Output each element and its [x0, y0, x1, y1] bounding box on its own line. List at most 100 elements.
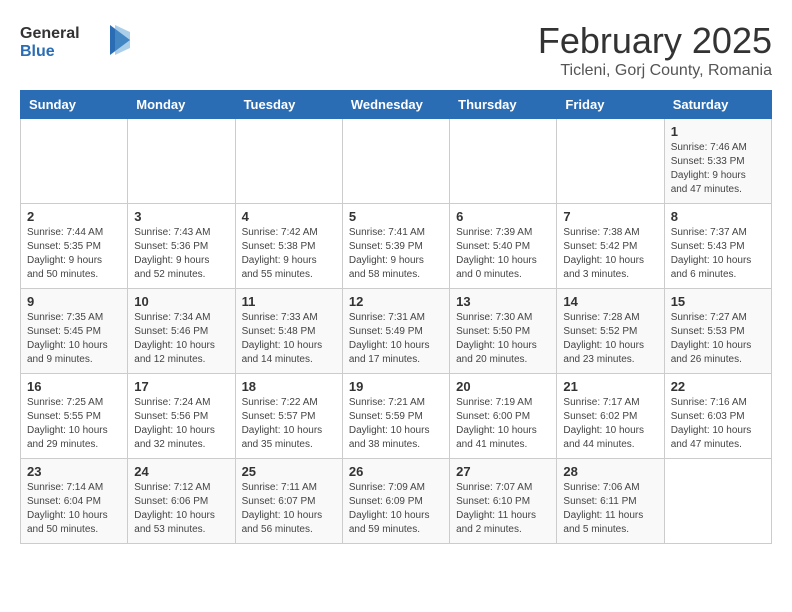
calendar-cell: 17 Sunrise: 7:24 AM Sunset: 5:56 PM Dayli…	[128, 374, 235, 459]
logo: General Blue	[20, 20, 130, 60]
weekday-header: Tuesday	[235, 91, 342, 119]
day-info: Sunrise: 7:35 AM Sunset: 5:45 PM Dayligh…	[27, 311, 121, 367]
day-number: 20	[456, 379, 550, 394]
day-number: 26	[349, 464, 443, 479]
calendar-cell	[128, 119, 235, 204]
day-info: Sunrise: 7:34 AM Sunset: 5:46 PM Dayligh…	[134, 311, 228, 367]
calendar-cell: 12 Sunrise: 7:31 AM Sunset: 5:49 PM Dayli…	[342, 289, 449, 374]
day-number: 24	[134, 464, 228, 479]
calendar-week-row: 2 Sunrise: 7:44 AM Sunset: 5:35 PM Daylig…	[21, 204, 772, 289]
day-info: Sunrise: 7:33 AM Sunset: 5:48 PM Dayligh…	[242, 311, 336, 367]
calendar-cell	[450, 119, 557, 204]
day-number: 19	[349, 379, 443, 394]
svg-text:General: General	[20, 25, 80, 42]
day-info: Sunrise: 7:19 AM Sunset: 6:00 PM Dayligh…	[456, 396, 550, 452]
weekday-header-row: SundayMondayTuesdayWednesdayThursdayFrid…	[21, 91, 772, 119]
calendar-week-row: 9 Sunrise: 7:35 AM Sunset: 5:45 PM Daylig…	[21, 289, 772, 374]
calendar-table: SundayMondayTuesdayWednesdayThursdayFrid…	[20, 90, 772, 544]
day-number: 15	[671, 294, 765, 309]
weekday-header: Friday	[557, 91, 664, 119]
calendar-week-row: 23 Sunrise: 7:14 AM Sunset: 6:04 PM Dayli…	[21, 459, 772, 544]
day-info: Sunrise: 7:41 AM Sunset: 5:39 PM Dayligh…	[349, 226, 443, 282]
day-info: Sunrise: 7:27 AM Sunset: 5:53 PM Dayligh…	[671, 311, 765, 367]
day-info: Sunrise: 7:11 AM Sunset: 6:07 PM Dayligh…	[242, 481, 336, 537]
day-info: Sunrise: 7:24 AM Sunset: 5:56 PM Dayligh…	[134, 396, 228, 452]
day-number: 2	[27, 209, 121, 224]
weekday-header: Wednesday	[342, 91, 449, 119]
calendar-cell: 19 Sunrise: 7:21 AM Sunset: 5:59 PM Dayli…	[342, 374, 449, 459]
day-number: 21	[563, 379, 657, 394]
calendar-cell: 20 Sunrise: 7:19 AM Sunset: 6:00 PM Dayli…	[450, 374, 557, 459]
day-info: Sunrise: 7:44 AM Sunset: 5:35 PM Dayligh…	[27, 226, 121, 282]
calendar-cell: 9 Sunrise: 7:35 AM Sunset: 5:45 PM Daylig…	[21, 289, 128, 374]
day-number: 17	[134, 379, 228, 394]
day-number: 28	[563, 464, 657, 479]
calendar-cell: 15 Sunrise: 7:27 AM Sunset: 5:53 PM Dayli…	[664, 289, 771, 374]
calendar-cell: 4 Sunrise: 7:42 AM Sunset: 5:38 PM Daylig…	[235, 204, 342, 289]
calendar-subtitle: Ticleni, Gorj County, Romania	[538, 62, 772, 80]
day-number: 8	[671, 209, 765, 224]
calendar-cell: 1Sunrise: 7:46 AM Sunset: 5:33 PM Daylig…	[664, 119, 771, 204]
day-number: 12	[349, 294, 443, 309]
day-info: Sunrise: 7:43 AM Sunset: 5:36 PM Dayligh…	[134, 226, 228, 282]
svg-text:Blue: Blue	[20, 43, 55, 60]
day-number: 3	[134, 209, 228, 224]
calendar-cell: 5 Sunrise: 7:41 AM Sunset: 5:39 PM Daylig…	[342, 204, 449, 289]
day-info: Sunrise: 7:46 AM Sunset: 5:33 PM Dayligh…	[671, 141, 765, 197]
day-number: 25	[242, 464, 336, 479]
weekday-header: Thursday	[450, 91, 557, 119]
calendar-title: February 2025	[538, 20, 772, 62]
day-number: 6	[456, 209, 550, 224]
day-number: 23	[27, 464, 121, 479]
calendar-cell: 16 Sunrise: 7:25 AM Sunset: 5:55 PM Dayli…	[21, 374, 128, 459]
day-info: Sunrise: 7:22 AM Sunset: 5:57 PM Dayligh…	[242, 396, 336, 452]
day-number: 16	[27, 379, 121, 394]
day-number: 13	[456, 294, 550, 309]
day-info: Sunrise: 7:14 AM Sunset: 6:04 PM Dayligh…	[27, 481, 121, 537]
calendar-cell: 13Sunrise: 7:30 AM Sunset: 5:50 PM Dayli…	[450, 289, 557, 374]
weekday-header: Monday	[128, 91, 235, 119]
calendar-cell: 27 Sunrise: 7:07 AM Sunset: 6:10 PM Dayli…	[450, 459, 557, 544]
day-info: Sunrise: 7:06 AM Sunset: 6:11 PM Dayligh…	[563, 481, 657, 537]
logo-svg: General Blue	[20, 20, 130, 60]
day-info: Sunrise: 7:31 AM Sunset: 5:49 PM Dayligh…	[349, 311, 443, 367]
calendar-week-row: 1Sunrise: 7:46 AM Sunset: 5:33 PM Daylig…	[21, 119, 772, 204]
calendar-cell: 2 Sunrise: 7:44 AM Sunset: 5:35 PM Daylig…	[21, 204, 128, 289]
day-number: 14	[563, 294, 657, 309]
calendar-cell: 6 Sunrise: 7:39 AM Sunset: 5:40 PM Daylig…	[450, 204, 557, 289]
day-info: Sunrise: 7:09 AM Sunset: 6:09 PM Dayligh…	[349, 481, 443, 537]
day-info: Sunrise: 7:21 AM Sunset: 5:59 PM Dayligh…	[349, 396, 443, 452]
calendar-cell: 26 Sunrise: 7:09 AM Sunset: 6:09 PM Dayli…	[342, 459, 449, 544]
day-info: Sunrise: 7:39 AM Sunset: 5:40 PM Dayligh…	[456, 226, 550, 282]
calendar-cell: 3 Sunrise: 7:43 AM Sunset: 5:36 PM Daylig…	[128, 204, 235, 289]
day-info: Sunrise: 7:37 AM Sunset: 5:43 PM Dayligh…	[671, 226, 765, 282]
calendar-cell	[557, 119, 664, 204]
calendar-cell: 7 Sunrise: 7:38 AM Sunset: 5:42 PM Daylig…	[557, 204, 664, 289]
day-number: 5	[349, 209, 443, 224]
calendar-cell: 10 Sunrise: 7:34 AM Sunset: 5:46 PM Dayli…	[128, 289, 235, 374]
calendar-week-row: 16 Sunrise: 7:25 AM Sunset: 5:55 PM Dayli…	[21, 374, 772, 459]
day-info: Sunrise: 7:16 AM Sunset: 6:03 PM Dayligh…	[671, 396, 765, 452]
day-info: Sunrise: 7:38 AM Sunset: 5:42 PM Dayligh…	[563, 226, 657, 282]
calendar-cell: 8 Sunrise: 7:37 AM Sunset: 5:43 PM Daylig…	[664, 204, 771, 289]
day-number: 18	[242, 379, 336, 394]
calendar-cell	[342, 119, 449, 204]
day-number: 27	[456, 464, 550, 479]
calendar-cell: 24Sunrise: 7:12 AM Sunset: 6:06 PM Dayli…	[128, 459, 235, 544]
day-info: Sunrise: 7:17 AM Sunset: 6:02 PM Dayligh…	[563, 396, 657, 452]
day-info: Sunrise: 7:42 AM Sunset: 5:38 PM Dayligh…	[242, 226, 336, 282]
day-number: 4	[242, 209, 336, 224]
calendar-cell: 25 Sunrise: 7:11 AM Sunset: 6:07 PM Dayli…	[235, 459, 342, 544]
calendar-cell: 18 Sunrise: 7:22 AM Sunset: 5:57 PM Dayli…	[235, 374, 342, 459]
day-info: Sunrise: 7:07 AM Sunset: 6:10 PM Dayligh…	[456, 481, 550, 537]
calendar-cell: 21 Sunrise: 7:17 AM Sunset: 6:02 PM Dayli…	[557, 374, 664, 459]
calendar-cell: 14Sunrise: 7:28 AM Sunset: 5:52 PM Dayli…	[557, 289, 664, 374]
weekday-header: Sunday	[21, 91, 128, 119]
title-area: February 2025 Ticleni, Gorj County, Roma…	[538, 20, 772, 80]
calendar-cell: 22 Sunrise: 7:16 AM Sunset: 6:03 PM Dayli…	[664, 374, 771, 459]
day-number: 7	[563, 209, 657, 224]
day-number: 9	[27, 294, 121, 309]
day-number: 22	[671, 379, 765, 394]
day-info: Sunrise: 7:25 AM Sunset: 5:55 PM Dayligh…	[27, 396, 121, 452]
day-number: 10	[134, 294, 228, 309]
